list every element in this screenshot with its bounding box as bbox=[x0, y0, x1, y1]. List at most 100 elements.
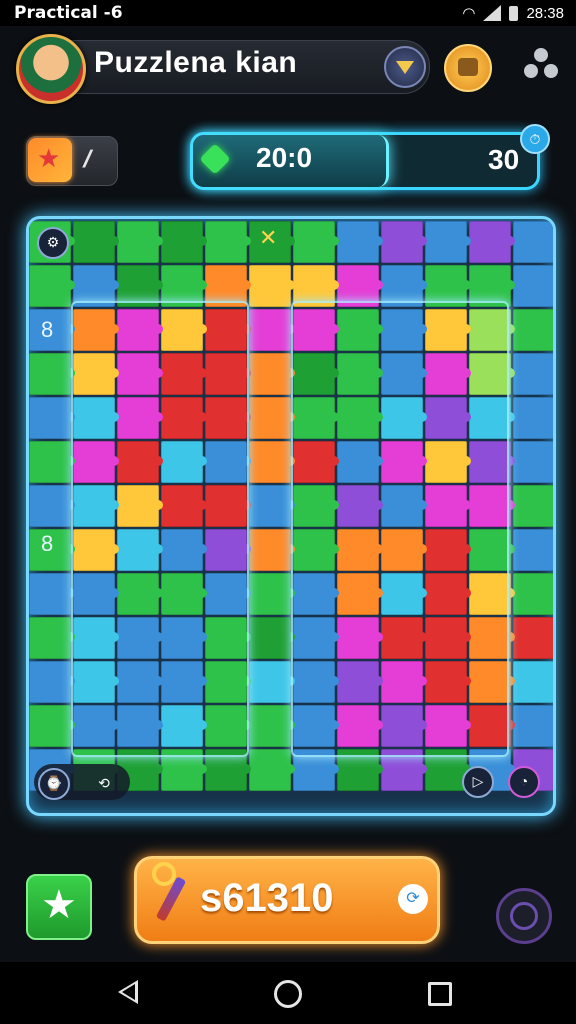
puzzle-piece[interactable] bbox=[425, 397, 471, 439]
puzzle-piece[interactable] bbox=[469, 221, 515, 263]
puzzle-piece[interactable] bbox=[425, 221, 471, 263]
puzzle-board[interactable]: ⚙ ✕ 8 8 bbox=[26, 216, 556, 816]
puzzle-piece[interactable] bbox=[29, 485, 75, 527]
puzzle-piece[interactable] bbox=[513, 617, 553, 659]
puzzle-piece[interactable] bbox=[337, 309, 383, 351]
puzzle-piece[interactable] bbox=[337, 749, 383, 791]
puzzle-piece[interactable] bbox=[73, 353, 119, 395]
puzzle-piece[interactable] bbox=[337, 529, 383, 571]
puzzle-piece[interactable] bbox=[161, 353, 207, 395]
puzzle-piece[interactable] bbox=[293, 749, 339, 791]
puzzle-piece[interactable] bbox=[293, 353, 339, 395]
puzzle-piece[interactable] bbox=[117, 485, 163, 527]
puzzle-piece[interactable] bbox=[293, 705, 339, 747]
puzzle-piece[interactable] bbox=[249, 573, 295, 615]
power-icon[interactable] bbox=[496, 888, 552, 944]
puzzle-piece[interactable] bbox=[337, 485, 383, 527]
puzzle-piece[interactable] bbox=[337, 617, 383, 659]
timer-badge-icon[interactable]: ⏱ bbox=[520, 124, 550, 154]
puzzle-piece[interactable] bbox=[337, 265, 383, 307]
puzzle-piece[interactable] bbox=[73, 397, 119, 439]
puzzle-piece[interactable] bbox=[381, 529, 427, 571]
puzzle-piece[interactable] bbox=[249, 265, 295, 307]
puzzle-piece[interactable] bbox=[29, 441, 75, 483]
puzzle-piece[interactable] bbox=[161, 309, 207, 351]
puzzle-piece[interactable] bbox=[469, 573, 515, 615]
puzzle-piece[interactable] bbox=[469, 309, 515, 351]
puzzle-piece[interactable] bbox=[73, 309, 119, 351]
puzzle-piece[interactable] bbox=[337, 573, 383, 615]
puzzle-piece[interactable] bbox=[425, 309, 471, 351]
puzzle-piece[interactable] bbox=[513, 441, 553, 483]
puzzle-piece[interactable] bbox=[337, 397, 383, 439]
puzzle-piece[interactable] bbox=[29, 705, 75, 747]
puzzle-piece[interactable] bbox=[161, 221, 207, 263]
puzzle-piece[interactable] bbox=[249, 353, 295, 395]
puzzle-piece[interactable] bbox=[117, 617, 163, 659]
puzzle-piece[interactable] bbox=[469, 353, 515, 395]
puzzle-piece[interactable] bbox=[293, 617, 339, 659]
puzzle-piece[interactable] bbox=[205, 221, 251, 263]
puzzle-piece[interactable] bbox=[425, 353, 471, 395]
puzzle-piece[interactable] bbox=[29, 661, 75, 703]
puzzle-piece[interactable] bbox=[73, 617, 119, 659]
profile-icon[interactable] bbox=[524, 48, 558, 82]
puzzle-piece[interactable] bbox=[205, 265, 251, 307]
puzzle-piece[interactable] bbox=[337, 441, 383, 483]
puzzle-piece[interactable] bbox=[249, 397, 295, 439]
puzzle-piece[interactable] bbox=[425, 661, 471, 703]
puzzle-piece[interactable] bbox=[381, 353, 427, 395]
puzzle-piece[interactable] bbox=[425, 705, 471, 747]
puzzle-piece[interactable] bbox=[469, 617, 515, 659]
puzzle-piece[interactable] bbox=[425, 749, 471, 791]
puzzle-piece[interactable] bbox=[29, 397, 75, 439]
puzzle-piece[interactable] bbox=[425, 617, 471, 659]
puzzle-piece[interactable] bbox=[161, 397, 207, 439]
play-icon[interactable]: ▷ bbox=[462, 766, 494, 798]
puzzle-piece[interactable] bbox=[469, 705, 515, 747]
puzzle-piece[interactable] bbox=[381, 485, 427, 527]
puzzle-piece[interactable] bbox=[161, 485, 207, 527]
puzzle-piece[interactable] bbox=[205, 573, 251, 615]
puzzle-piece[interactable] bbox=[469, 661, 515, 703]
puzzle-piece[interactable] bbox=[29, 573, 75, 615]
puzzle-piece[interactable] bbox=[381, 573, 427, 615]
puzzle-piece[interactable] bbox=[513, 353, 553, 395]
puzzle-piece[interactable] bbox=[205, 661, 251, 703]
puzzle-piece[interactable] bbox=[337, 661, 383, 703]
puzzle-piece[interactable] bbox=[513, 221, 553, 263]
puzzle-piece[interactable] bbox=[161, 265, 207, 307]
puzzle-piece[interactable] bbox=[469, 441, 515, 483]
puzzle-piece[interactable] bbox=[117, 705, 163, 747]
puzzle-piece[interactable] bbox=[513, 397, 553, 439]
bag-icon[interactable] bbox=[444, 44, 492, 92]
puzzle-piece[interactable] bbox=[381, 309, 427, 351]
recents-icon[interactable] bbox=[428, 982, 452, 1006]
puzzle-piece[interactable] bbox=[249, 485, 295, 527]
puzzle-piece[interactable] bbox=[161, 617, 207, 659]
puzzle-piece[interactable] bbox=[117, 265, 163, 307]
puzzle-piece[interactable] bbox=[249, 529, 295, 571]
clock-icon[interactable]: ⌚ bbox=[38, 768, 70, 800]
home-icon[interactable] bbox=[274, 980, 302, 1008]
puzzle-piece[interactable] bbox=[293, 221, 339, 263]
puzzle-piece[interactable] bbox=[205, 353, 251, 395]
puzzle-piece[interactable] bbox=[381, 441, 427, 483]
puzzle-piece[interactable] bbox=[249, 617, 295, 659]
puzzle-piece[interactable] bbox=[293, 397, 339, 439]
puzzle-piece[interactable] bbox=[293, 661, 339, 703]
puzzle-piece[interactable] bbox=[205, 485, 251, 527]
puzzle-piece[interactable] bbox=[249, 749, 295, 791]
puzzle-piece[interactable] bbox=[117, 397, 163, 439]
puzzle-piece[interactable] bbox=[513, 529, 553, 571]
dropdown-icon[interactable] bbox=[384, 46, 426, 88]
chat-icon[interactable]: ⟳ bbox=[398, 884, 428, 914]
puzzle-piece[interactable] bbox=[161, 573, 207, 615]
puzzle-piece[interactable] bbox=[469, 397, 515, 439]
puzzle-piece[interactable] bbox=[425, 529, 471, 571]
avatar[interactable] bbox=[16, 34, 86, 104]
puzzle-piece[interactable] bbox=[73, 221, 119, 263]
puzzle-piece[interactable] bbox=[73, 661, 119, 703]
puzzle-piece[interactable] bbox=[337, 221, 383, 263]
puzzle-piece[interactable] bbox=[73, 485, 119, 527]
